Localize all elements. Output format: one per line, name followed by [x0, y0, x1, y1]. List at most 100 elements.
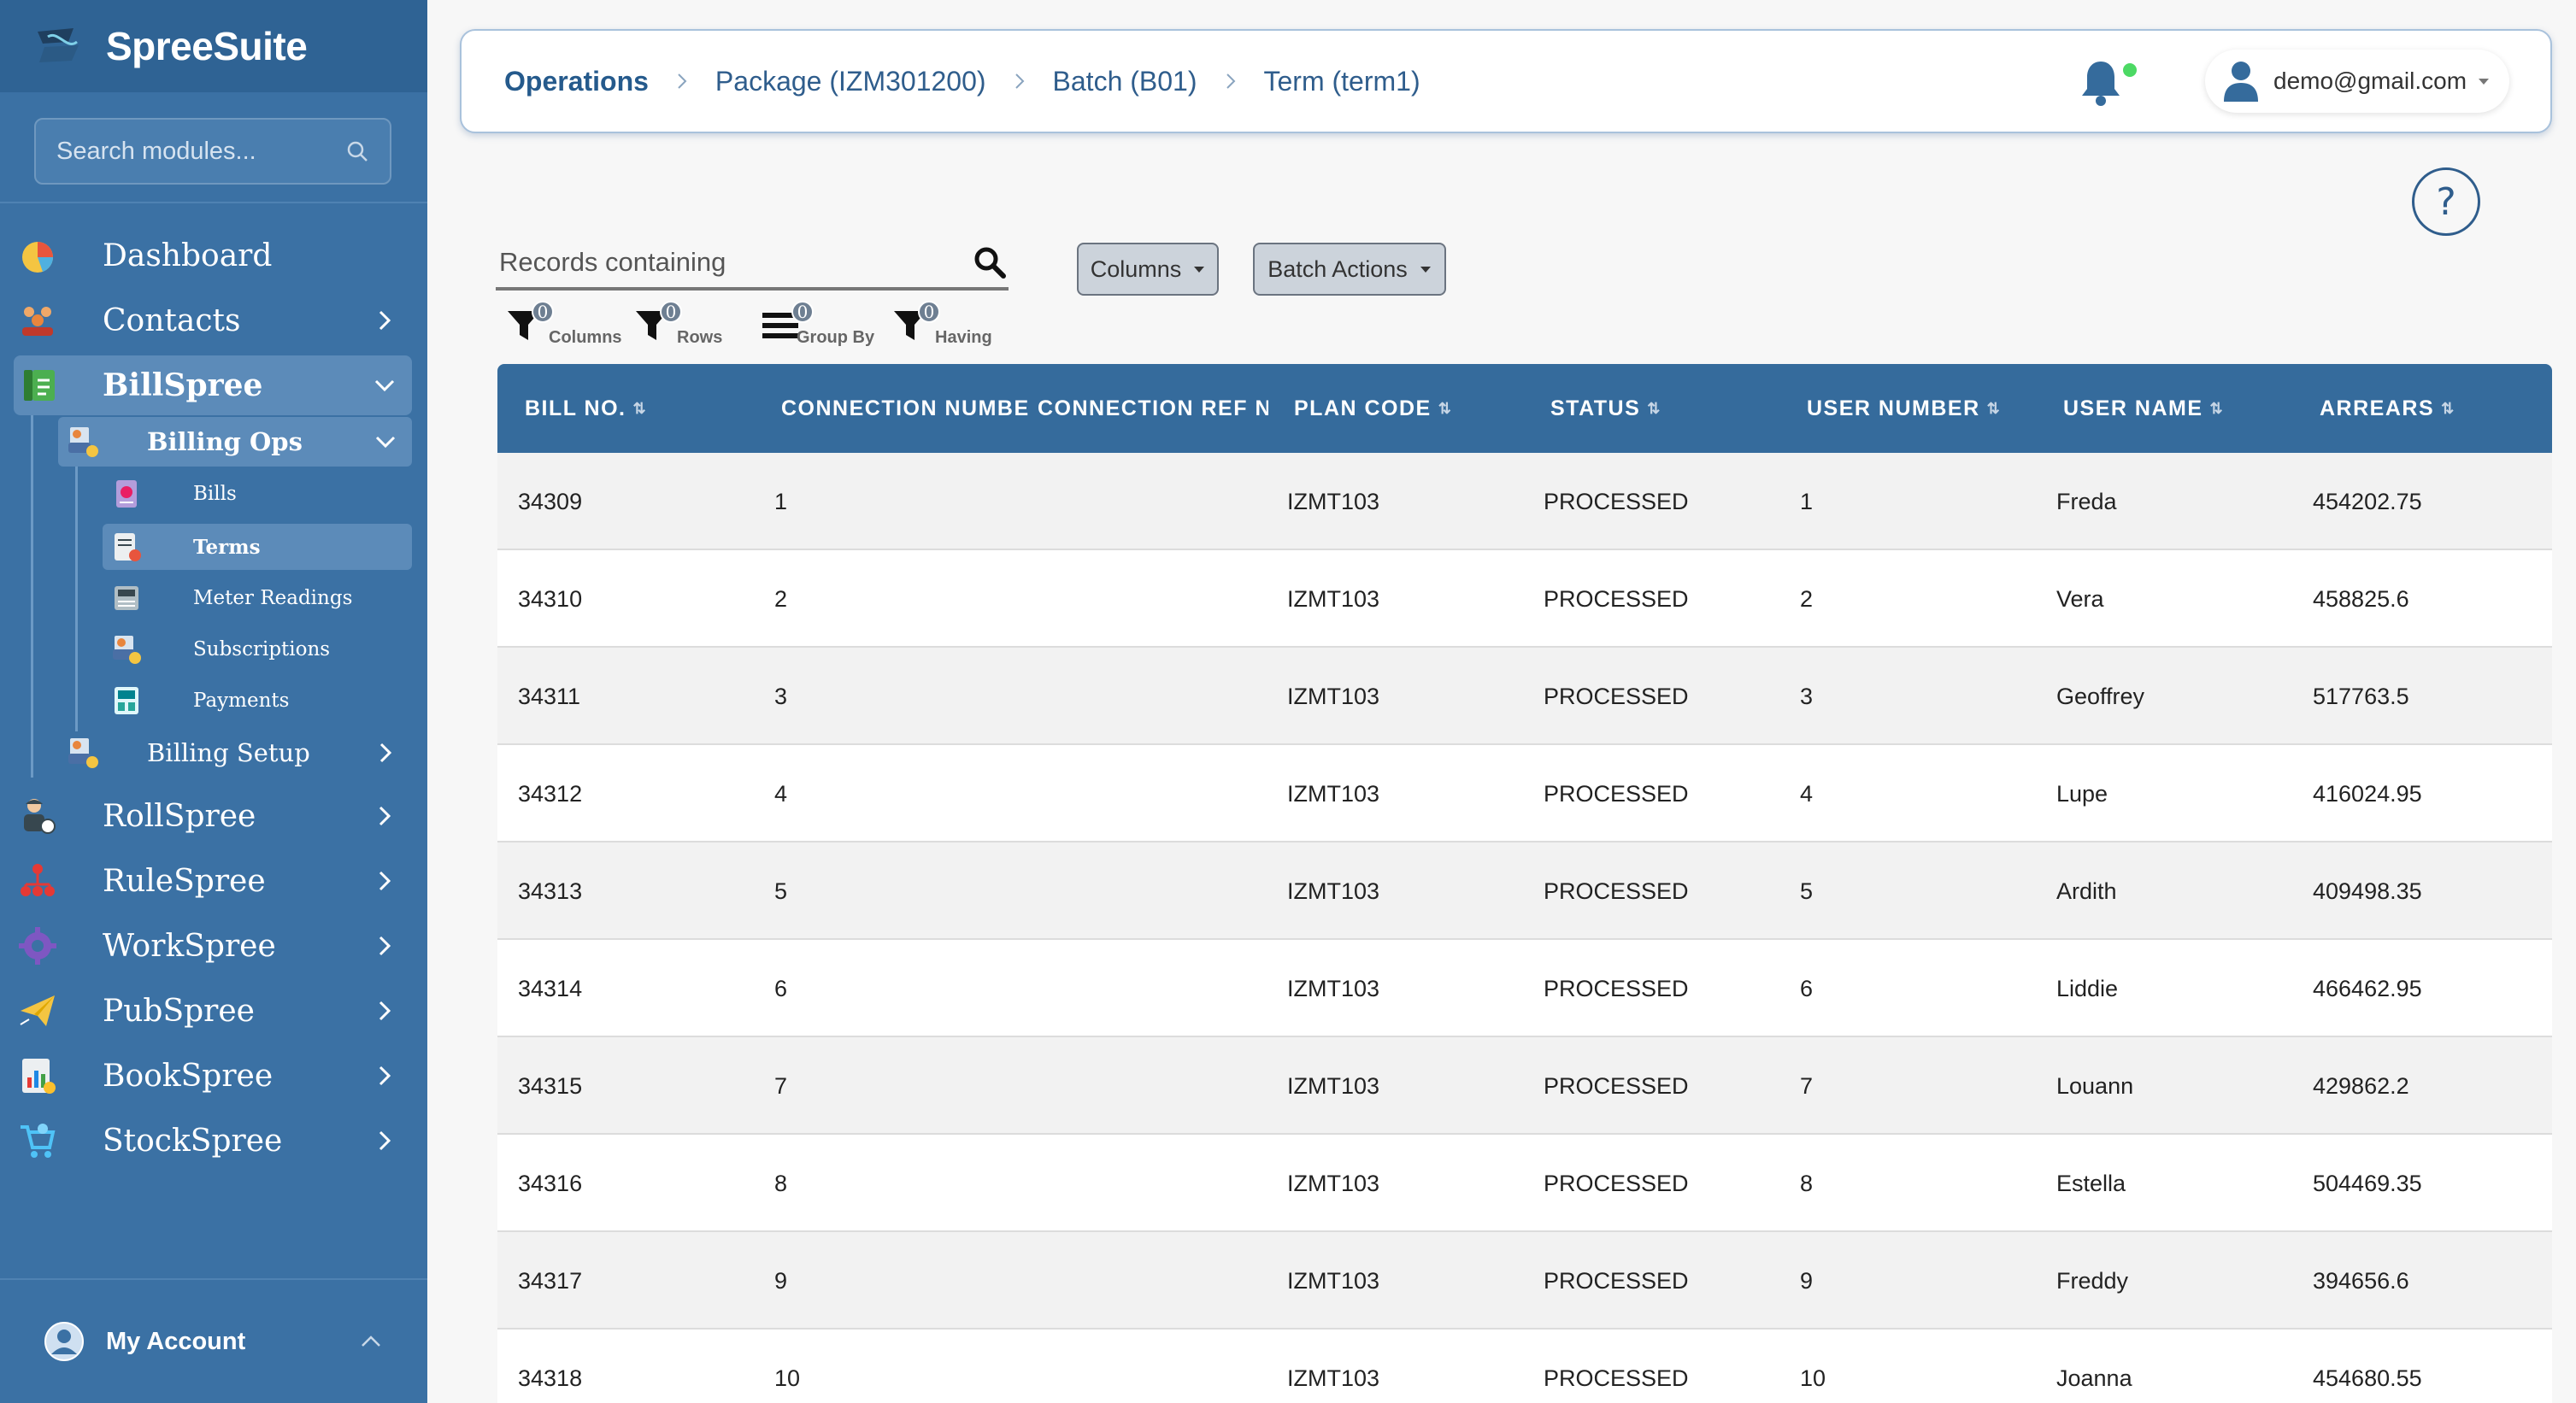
cell-plan-code: IZMT103 — [1287, 975, 1380, 1001]
column-header-connection-number[interactable]: CONNECTION NUMBER — [781, 364, 1029, 453]
notification-bell-icon[interactable] — [2075, 56, 2126, 108]
sidebar-item-rulespree[interactable]: RuleSpree — [0, 851, 427, 911]
table-row[interactable]: 34318 10 IZMT103 PROCESSED 10 Joanna 454680.55 — [497, 1330, 2552, 1403]
tree-line — [75, 467, 78, 731]
table-row[interactable]: 34312 4 IZMT103 PROCESSED 4 Lupe 416024.95 — [497, 745, 2552, 842]
sidebar-item-stockspree[interactable]: StockSpree — [0, 1111, 427, 1171]
cell-plan-code: IZMT103 — [1287, 1170, 1380, 1196]
sidebar-item-contacts[interactable]: Contacts — [0, 291, 427, 350]
sort-icon[interactable]: ⇅ — [2441, 400, 2455, 418]
search-icon[interactable] — [973, 245, 1007, 279]
table-row[interactable]: 34315 7 IZMT103 PROCESSED 7 Louann 429862.2 — [497, 1037, 2552, 1135]
having-filter-button[interactable]: 0 Having — [892, 301, 1003, 352]
brand[interactable]: SpreeSuite — [0, 0, 427, 92]
sidebar-item-label: WorkSpree — [103, 928, 276, 964]
sidebar-item-billing-ops[interactable]: Billing Ops — [58, 417, 412, 467]
column-header-user-name[interactable]: USER NAME ⇅ — [2063, 364, 2311, 453]
paper-plane-icon — [20, 995, 55, 1026]
sidebar-item-meter-readings[interactable]: Meter Readings — [103, 575, 412, 621]
sidebar-item-workspree[interactable]: WorkSpree — [0, 916, 427, 976]
group-by-label: Group By — [797, 328, 875, 347]
sort-icon[interactable]: ⇅ — [1438, 400, 1453, 418]
breadcrumb-term[interactable]: Term (term1) — [1264, 66, 1420, 97]
columns-dropdown-button[interactable]: Columns — [1077, 243, 1219, 296]
cell-arrears: 454680.55 — [2313, 1365, 2422, 1391]
question-mark-icon: ? — [2436, 179, 2456, 224]
row-filter-button[interactable]: 0 Rows — [634, 301, 737, 352]
column-header-connection-ref-no[interactable]: CONNECTION REF NO — [1038, 364, 1268, 453]
ledger-chart-icon — [22, 1059, 56, 1094]
column-header-label: STATUS — [1550, 396, 1641, 420]
group-by-button[interactable]: 0 Group By — [762, 301, 891, 352]
sidebar-item-pubspree[interactable]: PubSpree — [0, 981, 427, 1041]
cell-user-name: Lupe — [2056, 780, 2108, 807]
cell-connection-number: 6 — [774, 975, 788, 1001]
records-search-input[interactable]: Records containing — [496, 238, 1009, 291]
row-filter-count: 0 — [660, 301, 682, 323]
sidebar-item-bills[interactable]: Bills — [103, 471, 412, 517]
cell-bill-no: 34317 — [518, 1267, 583, 1294]
cell-user-number: 4 — [1800, 780, 1814, 807]
columns-button-label: Columns — [1090, 255, 1182, 282]
table-row[interactable]: 34313 5 IZMT103 PROCESSED 5 Ardith 409498.35 — [497, 842, 2552, 940]
column-filter-button[interactable]: 0 Columns — [506, 301, 634, 352]
cell-arrears: 454202.75 — [2313, 488, 2422, 514]
breadcrumb-package[interactable]: Package (IZM301200) — [715, 66, 986, 97]
sort-icon[interactable]: ⇅ — [2210, 400, 2225, 418]
sidebar-item-terms[interactable]: Terms — [103, 524, 412, 570]
breadcrumb-batch[interactable]: Batch (B01) — [1053, 66, 1197, 97]
table-row[interactable]: 34314 6 IZMT103 PROCESSED 6 Liddie 466462.95 — [497, 940, 2552, 1037]
sidebar-item-label: BillSpree — [103, 367, 263, 403]
cell-status: PROCESSED — [1544, 878, 1689, 904]
cell-user-number: 1 — [1800, 488, 1814, 514]
chevron-right-icon — [379, 1065, 391, 1086]
row-filter-label: Rows — [677, 328, 723, 347]
help-button[interactable]: ? — [2412, 167, 2480, 236]
bills-icon — [116, 480, 137, 508]
search-icon — [347, 141, 368, 161]
breadcrumb-operations[interactable]: Operations — [504, 66, 649, 97]
column-header-plan-code[interactable]: PLAN CODE ⇅ — [1294, 364, 1542, 453]
column-header-label: ARREARS — [2320, 396, 2435, 420]
cell-connection-number: 7 — [774, 1072, 788, 1099]
cell-bill-no: 34315 — [518, 1072, 583, 1099]
having-filter-count: 0 — [918, 301, 940, 323]
user-menu[interactable]: demo@gmail.com — [2205, 50, 2509, 113]
cell-connection-number: 2 — [774, 585, 788, 612]
sidebar-item-payments[interactable]: Payments — [103, 678, 412, 724]
having-filter-label: Having — [935, 328, 992, 347]
column-header-arrears[interactable]: ARREARS ⇅ — [2320, 364, 2542, 453]
table-row[interactable]: 34316 8 IZMT103 PROCESSED 8 Estella 504469.35 — [497, 1135, 2552, 1232]
subscriptions-icon — [113, 636, 141, 664]
module-search-input[interactable]: Search modules... — [34, 118, 391, 185]
sort-icon[interactable]: ⇅ — [1987, 400, 2002, 418]
sidebar-item-dashboard[interactable]: Dashboard — [0, 226, 427, 285]
sidebar-item-subscriptions[interactable]: Subscriptions — [103, 626, 412, 672]
cell-plan-code: IZMT103 — [1287, 683, 1380, 709]
table-row[interactable]: 34310 2 IZMT103 PROCESSED 2 Vera 458825.6 — [497, 550, 2552, 648]
cell-user-number: 2 — [1800, 585, 1814, 612]
tree-line — [31, 415, 33, 778]
table-row[interactable]: 34311 3 IZMT103 PROCESSED 3 Geoffrey 517763.5 — [497, 648, 2552, 745]
people-icon — [22, 307, 53, 336]
sidebar-item-bookspree[interactable]: BookSpree — [0, 1046, 427, 1106]
batch-actions-dropdown-button[interactable]: Batch Actions — [1253, 243, 1446, 296]
table-row[interactable]: 34309 1 IZMT103 PROCESSED 1 Freda 454202.75 — [497, 453, 2552, 550]
cell-status: PROCESSED — [1544, 1267, 1689, 1294]
table-row[interactable]: 34317 9 IZMT103 PROCESSED 9 Freddy 394656.6 — [497, 1232, 2552, 1330]
sidebar-item-rollspree[interactable]: RollSpree — [0, 786, 427, 846]
user-roll-icon — [24, 799, 56, 834]
cell-user-name: Liddie — [2056, 975, 2119, 1001]
my-account-menu[interactable]: My Account — [0, 1278, 427, 1403]
sidebar-item-billspree[interactable]: BillSpree — [14, 355, 412, 415]
sort-icon[interactable]: ⇅ — [632, 400, 647, 418]
column-header-bill-no[interactable]: BILL NO. ⇅ — [525, 364, 773, 453]
sidebar-item-label: Meter Readings — [193, 587, 353, 609]
column-header-status[interactable]: STATUS ⇅ — [1550, 364, 1798, 453]
module-search-placeholder: Search modules... — [56, 137, 256, 165]
sidebar-item-billing-setup[interactable]: Billing Setup — [58, 728, 412, 778]
column-header-user-number[interactable]: USER NUMBER ⇅ — [1807, 364, 2055, 453]
user-email: demo@gmail.com — [2273, 68, 2467, 94]
sort-icon[interactable]: ⇅ — [1647, 400, 1661, 418]
cell-status: PROCESSED — [1544, 488, 1689, 514]
